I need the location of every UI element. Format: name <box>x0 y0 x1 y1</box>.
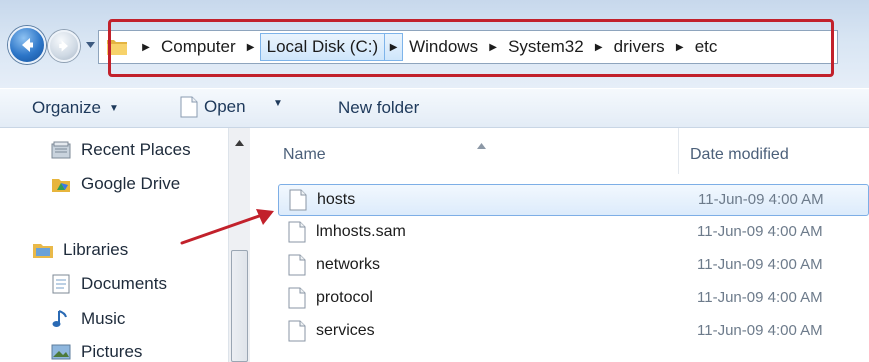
breadcrumb-drivers[interactable]: drivers <box>608 33 671 61</box>
file-icon <box>288 287 306 309</box>
chevron-down-icon: ▼ <box>273 98 283 109</box>
nav-item-label: Music <box>81 309 126 328</box>
nav-item-music[interactable]: Music <box>50 309 125 329</box>
file-date-modified: 11-Jun-09 4:00 AM <box>697 223 823 240</box>
sort-ascending-icon <box>477 136 486 154</box>
nav-item-label: Documents <box>81 274 167 293</box>
file-date-modified: 11-Jun-09 4:00 AM <box>698 191 824 208</box>
column-divider[interactable] <box>678 128 679 174</box>
nav-item-google-drive[interactable]: Google Drive <box>50 174 180 194</box>
file-name: protocol <box>316 289 373 306</box>
breadcrumb-separator[interactable]: ▶ <box>137 32 155 62</box>
file-row-hosts[interactable]: hosts 11-Jun-09 4:00 AM <box>278 184 869 216</box>
document-icon <box>180 96 198 118</box>
file-icon <box>288 254 306 276</box>
scrollbar-thumb[interactable] <box>231 250 248 362</box>
breadcrumb-separator[interactable]: ▶ <box>590 32 608 62</box>
command-bar: Organize ▼ Open ▼ New folder <box>0 88 869 128</box>
column-header-row: Name Date modified <box>251 128 869 174</box>
title-bar: ▶ Computer ▶ Local Disk (C:) ▶ Windows ▶… <box>0 0 869 88</box>
nav-item-pictures[interactable]: Pictures <box>50 342 142 362</box>
column-header-date-modified[interactable]: Date modified <box>690 146 789 164</box>
breadcrumb-separator[interactable]: ▶ <box>671 32 689 62</box>
nav-item-label: Pictures <box>81 342 143 361</box>
file-list-pane: Name Date modified hosts 11-Jun-09 4:00 … <box>251 128 869 362</box>
nav-item-label: Recent Places <box>81 140 191 159</box>
back-button[interactable] <box>8 26 46 64</box>
chevron-down-icon <box>85 42 95 48</box>
back-arrow-icon <box>22 38 33 52</box>
breadcrumb-system32[interactable]: System32 <box>502 33 590 61</box>
documents-icon <box>50 274 72 294</box>
new-folder-button[interactable]: New folder <box>338 98 419 118</box>
nav-item-recent-places[interactable]: Recent Places <box>50 140 191 160</box>
file-date-modified: 11-Jun-09 4:00 AM <box>697 256 823 273</box>
breadcrumb-windows[interactable]: Windows <box>403 33 484 61</box>
open-dropdown-button[interactable]: ▼ <box>265 98 283 109</box>
forward-arrow-icon <box>59 40 68 52</box>
file-icon <box>288 221 306 243</box>
new-folder-label: New folder <box>338 98 420 117</box>
google-drive-icon <box>50 174 72 194</box>
nav-item-label: Google Drive <box>81 174 181 193</box>
breadcrumb-separator[interactable]: ▶ <box>484 32 502 62</box>
nav-item-documents[interactable]: Documents <box>50 274 167 294</box>
file-row-networks[interactable]: networks 11-Jun-09 4:00 AM <box>278 250 869 282</box>
file-date-modified: 11-Jun-09 4:00 AM <box>697 322 823 339</box>
file-name: services <box>316 322 375 339</box>
open-label: Open <box>204 97 246 116</box>
file-name: lmhosts.sam <box>316 223 406 240</box>
open-button[interactable]: Open <box>180 96 246 118</box>
chevron-up-icon <box>235 140 244 146</box>
annotation-arrow-icon <box>180 209 274 245</box>
libraries-icon <box>32 240 54 260</box>
breadcrumb-separator[interactable]: ▶ <box>385 33 404 61</box>
file-row-lmhosts[interactable]: lmhosts.sam 11-Jun-09 4:00 AM <box>278 217 869 249</box>
file-icon <box>288 320 306 342</box>
folder-icon <box>105 34 131 60</box>
scroll-up-button[interactable] <box>230 134 249 152</box>
breadcrumb-local-disk[interactable]: Local Disk (C:) <box>259 33 386 61</box>
address-bar[interactable]: ▶ Computer ▶ Local Disk (C:) ▶ Windows ▶… <box>98 30 838 64</box>
recent-places-icon <box>50 140 72 160</box>
file-row-services[interactable]: services 11-Jun-09 4:00 AM <box>278 316 869 348</box>
breadcrumb-etc[interactable]: etc <box>689 33 724 61</box>
nav-item-libraries[interactable]: Libraries <box>32 240 128 260</box>
file-name: networks <box>316 256 381 273</box>
file-icon <box>289 189 307 211</box>
nav-item-label: Libraries <box>63 240 129 259</box>
music-icon <box>50 309 72 329</box>
breadcrumb-computer[interactable]: Computer <box>155 33 242 61</box>
recent-pages-dropdown[interactable] <box>85 40 95 50</box>
file-date-modified: 11-Jun-09 4:00 AM <box>697 289 823 306</box>
forward-button[interactable] <box>48 30 80 62</box>
file-row-protocol[interactable]: protocol 11-Jun-09 4:00 AM <box>278 283 869 315</box>
breadcrumb-separator[interactable]: ▶ <box>242 32 260 62</box>
organize-label: Organize <box>32 98 101 117</box>
file-name: hosts <box>317 191 356 208</box>
chevron-down-icon: ▼ <box>108 102 119 114</box>
organize-button[interactable]: Organize ▼ <box>32 98 119 118</box>
pictures-icon <box>50 342 72 362</box>
column-header-name[interactable]: Name <box>283 146 326 164</box>
